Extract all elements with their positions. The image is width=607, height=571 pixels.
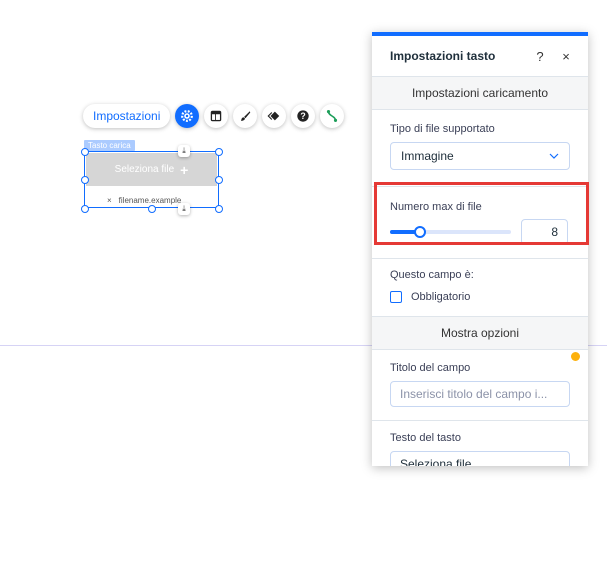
close-icon[interactable]: × [556,49,576,64]
resize-handle-bottom-left[interactable] [81,205,89,213]
file-list-item: × filename.example [107,196,181,205]
layout-icon[interactable] [204,104,229,128]
resize-handle-bottom-right[interactable] [215,205,223,213]
remove-file-icon[interactable]: × [107,196,112,205]
chevron-down-icon [549,153,559,159]
panel-title: Impostazioni tasto [390,49,496,63]
file-type-value: Immagine [401,149,454,163]
section-show-options: Mostra opzioni [372,316,588,350]
warning-icon[interactable] [571,352,580,361]
field-title-input[interactable]: Inserisci titolo del campo i... [390,381,570,407]
plus-icon: + [180,161,189,178]
resize-handle-top-right[interactable] [215,148,223,156]
stretch-bottom-icon[interactable]: ⤓ [178,203,190,215]
required-checkbox-row[interactable]: Obbligatorio [390,291,570,303]
upload-button-text: Seleziona file [114,164,175,175]
field-is-label: Questo campo è: [390,269,474,281]
resize-handle-right[interactable] [215,176,223,184]
panel-header: Impostazioni tasto ? × [372,36,588,77]
field-title-label: Titolo del campo [390,362,471,374]
button-settings-panel: Impostazioni tasto ? × Impostazioni cari… [372,32,588,466]
button-text-label: Testo del tasto [390,432,461,444]
field-required-section: Questo campo è: Obbligatorio [372,259,588,316]
gear-icon[interactable] [175,104,200,128]
file-type-field: Tipo di file supportato Immagine [372,110,588,186]
svg-text:?: ? [301,111,306,121]
required-label: Obbligatorio [411,291,471,303]
field-title-field: Titolo del campo Inserisci titolo del ca… [372,350,588,420]
button-text-input[interactable]: Seleziona file [390,451,570,466]
brush-icon[interactable] [233,104,258,128]
button-text-field: Testo del tasto Seleziona file [372,421,588,466]
filename-text: filename.example [118,196,182,205]
stretch-top-icon[interactable]: ⤓ [178,145,190,157]
element-toolbar: Impostazioni ? [83,103,345,129]
file-type-label: Tipo di file supportato [390,123,495,135]
connect-icon[interactable] [320,104,345,128]
resize-handle-bottom[interactable] [148,205,156,213]
help-icon[interactable]: ? [530,49,550,64]
animation-icon[interactable] [262,104,287,128]
settings-button[interactable]: Impostazioni [83,104,171,128]
resize-handle-left[interactable] [81,176,89,184]
upload-button-preview[interactable]: Seleziona file + [86,153,217,186]
highlight-annotation-box [374,182,589,245]
element-name-tag: Tasto carica [84,140,135,151]
resize-handle-top-left[interactable] [81,148,89,156]
section-upload-settings: Impostazioni caricamento [372,77,588,110]
required-checkbox[interactable] [390,291,402,303]
upload-button-element[interactable]: Seleziona file + × filename.example [84,151,219,208]
help-icon[interactable]: ? [291,104,316,128]
file-type-dropdown[interactable]: Immagine [390,142,570,170]
